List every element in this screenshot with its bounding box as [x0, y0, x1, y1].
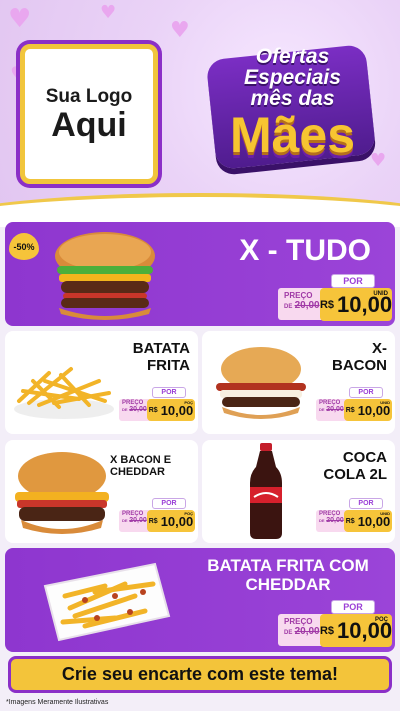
- product-name: COCA COLA 2L: [323, 449, 387, 483]
- price-old-value: 20,00: [326, 517, 344, 524]
- soda-bottle-icon: [250, 443, 282, 539]
- price-por-label: POR: [152, 387, 186, 398]
- price-old-box: PREÇO DE 20,00: [278, 614, 326, 646]
- price-de-label: DE: [319, 407, 325, 412]
- price-old-value: 20,00: [326, 406, 344, 413]
- cheddar-fries-icon: [43, 562, 171, 642]
- price-unit: POÇ: [184, 400, 193, 405]
- heart-icon: ♥: [8, 4, 32, 34]
- product-card-x-tudo: X - TUDO POR PREÇO DE 20,00 R$ 10,00 UNI…: [5, 222, 395, 326]
- cta-banner[interactable]: Crie seu encarte com este tema!: [8, 656, 392, 693]
- price-current-box: R$ 10,00 UNID: [344, 510, 392, 532]
- hamburger-icon: [55, 232, 155, 320]
- price-unit: UNID: [380, 511, 390, 516]
- heart-icon: ♥: [170, 18, 190, 43]
- product-name: BATATA FRITA COM CHEDDAR: [207, 556, 369, 595]
- campaign-title: Ofertas Especiais mês das Mães: [205, 38, 380, 198]
- product-card-x-bacon-cheddar: X BACON E CHEDDAR POR PREÇO DE 20,00 R$ …: [5, 440, 198, 543]
- price-de-label: DE: [284, 630, 293, 636]
- flyer: ♥ ♥ ♥ ♥ ♥ ♥ Sua Logo Aqui Ofertas Especi…: [0, 0, 400, 711]
- price-old-value: 20,00: [294, 626, 320, 637]
- title-line1: Ofertas: [255, 45, 330, 68]
- price-currency: R$: [319, 298, 334, 311]
- title-line2: Especiais: [244, 66, 341, 89]
- price-por-label: POR: [152, 498, 186, 509]
- logo-text-line1: Sua Logo: [45, 86, 133, 107]
- product-card-batata-cheddar: BATATA FRITA COM CHEDDAR POR PREÇO DE 20…: [5, 548, 395, 652]
- bacon-burger-icon: [216, 347, 306, 419]
- price-por-label: POR: [349, 498, 383, 509]
- price-unit: POÇ: [374, 617, 388, 623]
- price-old-box: PREÇO DE 20,00: [278, 288, 326, 320]
- product-name: X BACON E CHEDDAR: [110, 454, 172, 479]
- header: ♥ ♥ ♥ ♥ ♥ ♥ Sua Logo Aqui Ofertas Especi…: [0, 0, 400, 215]
- price-old-value: 20,00: [129, 517, 147, 524]
- price-por-label: POR: [331, 600, 375, 614]
- price-old-value: 20,00: [294, 300, 320, 311]
- product-name: X- BACON: [332, 340, 387, 374]
- product-name: X - TUDO: [239, 234, 371, 267]
- heart-icon: ♥: [100, 2, 117, 23]
- price-currency: R$: [345, 406, 355, 414]
- price-unit: UNID: [373, 291, 388, 297]
- product-card-batata-frita: BATATA FRITA POR PREÇO DE 20,00 R$ 10,00…: [5, 331, 198, 434]
- price-unit: POÇ: [184, 511, 193, 516]
- discount-badge: -50%: [9, 233, 39, 260]
- price-de-label: DE: [122, 407, 128, 412]
- product-card-x-bacon: X- BACON POR PREÇO DE 20,00 R$ 10,00 UNI…: [202, 331, 395, 434]
- price-current-box: R$ 10,00 POÇ: [320, 614, 392, 647]
- disclaimer-text: *Imagens Meramente Ilustrativas: [6, 699, 109, 706]
- title-line3: mês das: [250, 87, 335, 110]
- price-currency: R$: [148, 517, 158, 525]
- product-card-coca-cola: COCA COLA 2L POR PREÇO DE 20,00 R$ 10,00…: [202, 440, 395, 543]
- product-name: BATATA FRITA: [132, 340, 190, 374]
- price-de-label: DE: [284, 304, 293, 310]
- title-line4: Mães: [229, 107, 356, 163]
- price-currency: R$: [345, 517, 355, 525]
- price-por-label: POR: [349, 387, 383, 398]
- price-por-label: POR: [331, 274, 375, 288]
- price-unit: UNID: [380, 400, 390, 405]
- cheddar-burger-icon: [15, 452, 109, 534]
- price-current-box: R$ 10,00 UNID: [320, 288, 392, 321]
- price-current-box: R$ 10,00 POÇ: [147, 510, 195, 532]
- price-currency: R$: [319, 624, 334, 637]
- french-fries-icon: [14, 367, 114, 419]
- price-current-box: R$ 10,00 UNID: [344, 399, 392, 421]
- price-currency: R$: [148, 406, 158, 414]
- logo-text-line2: Aqui: [51, 106, 127, 144]
- price-old-value: 20,00: [129, 406, 147, 413]
- price-current-box: R$ 10,00 POÇ: [147, 399, 195, 421]
- price-de-label: DE: [122, 518, 128, 523]
- price-de-label: DE: [319, 518, 325, 523]
- logo-placeholder: Sua Logo Aqui: [20, 44, 158, 184]
